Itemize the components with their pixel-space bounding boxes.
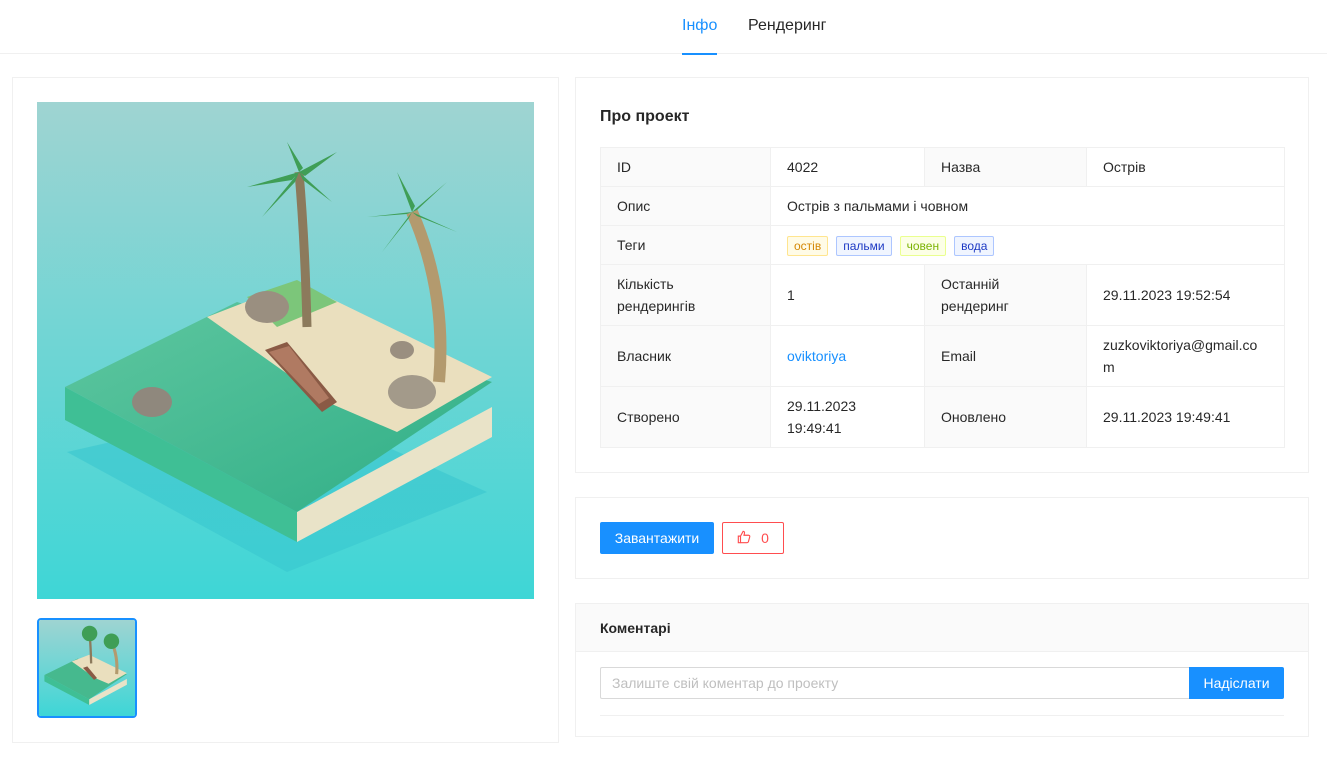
renders-count-label: Кількість рендерингів <box>600 264 771 326</box>
send-comment-button[interactable]: Надіслати <box>1189 667 1284 699</box>
tags-label: Теги <box>600 225 771 265</box>
id-value: 4022 <box>770 147 925 187</box>
about-card: Про проект ID 4022 Назва Острів Опис Ост… <box>575 77 1309 473</box>
name-label: Назва <box>924 147 1087 187</box>
last-render-value: 29.11.2023 19:52:54 <box>1086 264 1285 326</box>
owner-label: Власник <box>600 325 771 387</box>
divider <box>600 715 1284 716</box>
created-value: 29.11.2023 19:49:41 <box>770 386 925 448</box>
tab-info[interactable]: Інфо <box>682 0 718 55</box>
name-value: Острів <box>1086 147 1285 187</box>
description-label: Опис <box>600 186 771 226</box>
id-label: ID <box>600 147 771 187</box>
renders-count-value: 1 <box>770 264 925 326</box>
tags-list: остів пальми човен вода <box>770 225 1285 265</box>
image-card <box>12 77 559 743</box>
table-row: Опис Острів з пальмами і човном <box>600 186 1285 226</box>
tag: пальми <box>836 236 892 256</box>
updated-label: Оновлено <box>924 386 1087 448</box>
table-row: Створено 29.11.2023 19:49:41 Оновлено 29… <box>600 386 1285 448</box>
last-render-label: Останній рендеринг <box>924 264 1087 326</box>
tab-rendering[interactable]: Рендеринг <box>748 0 826 54</box>
actions-card: Завантажити 0 <box>575 497 1309 579</box>
table-row: Теги остів пальми човен вода <box>600 225 1285 265</box>
email-label: Email <box>924 325 1087 387</box>
created-label: Створено <box>600 386 771 448</box>
project-render-image <box>37 102 534 599</box>
download-button[interactable]: Завантажити <box>600 522 714 554</box>
like-count: 0 <box>761 530 769 546</box>
comments-header: Коментарі <box>576 604 1308 652</box>
project-info-table: ID 4022 Назва Острів Опис Острів з пальм… <box>600 147 1285 448</box>
about-title: Про проект <box>600 108 690 125</box>
like-button[interactable]: 0 <box>722 522 784 554</box>
comments-card: Коментарі Надіслати <box>575 603 1309 737</box>
table-row: ID 4022 Назва Острів <box>600 147 1285 187</box>
thumbs-up-icon <box>737 530 751 547</box>
email-value: zuzkoviktoriya@gmail.com <box>1086 325 1285 387</box>
tag: вода <box>954 236 995 256</box>
comment-input[interactable] <box>600 667 1189 699</box>
table-row: Власник oviktoriya Email zuzkoviktoriya@… <box>600 325 1285 387</box>
tabs-bar: Інфо Рендеринг <box>0 0 1327 55</box>
thumbnail-image[interactable] <box>37 618 137 718</box>
updated-value: 29.11.2023 19:49:41 <box>1086 386 1285 448</box>
comments-title: Коментарі <box>600 620 671 636</box>
table-row: Кількість рендерингів 1 Останній рендери… <box>600 264 1285 326</box>
tag: човен <box>899 236 947 256</box>
tag: остів <box>787 236 829 256</box>
description-value: Острів з пальмами і човном <box>770 186 1285 226</box>
owner-link[interactable]: oviktoriya <box>770 325 925 387</box>
